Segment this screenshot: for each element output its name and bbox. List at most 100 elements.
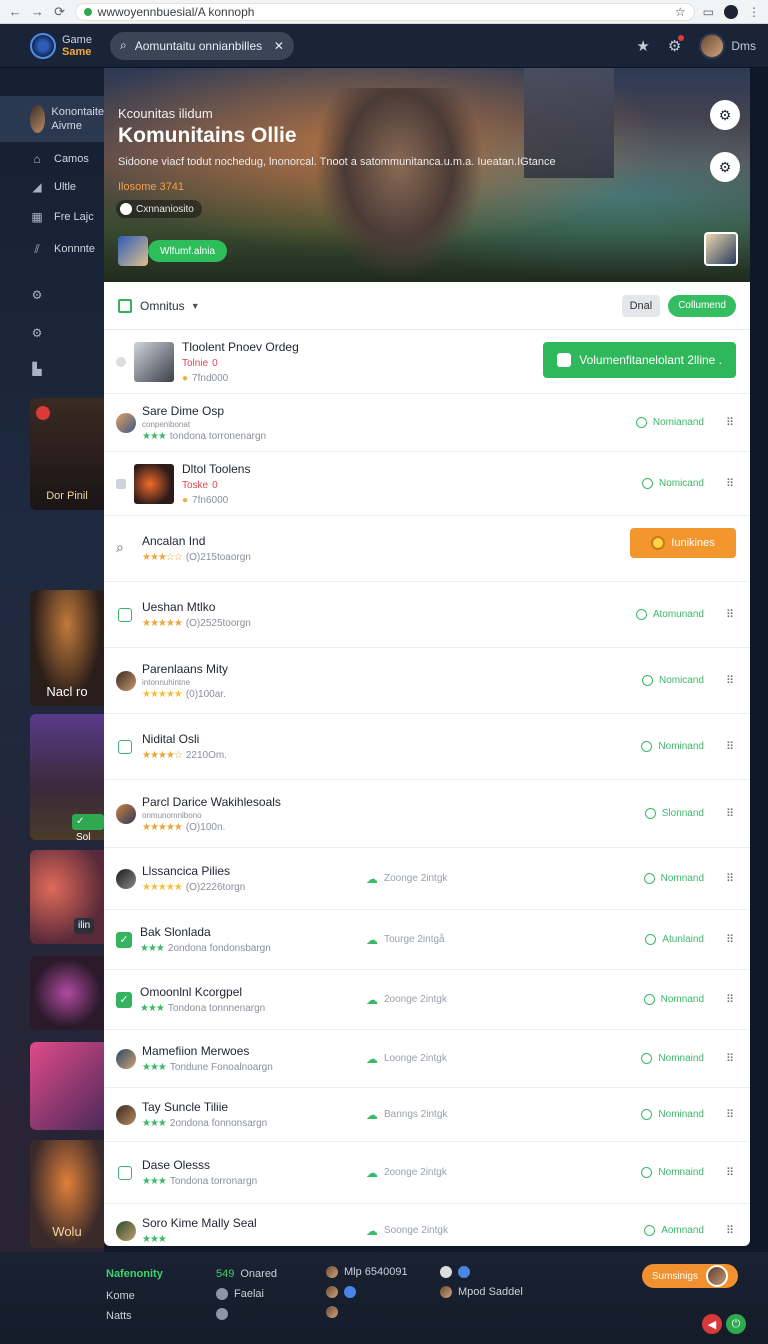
app-logo-icon[interactable] <box>30 32 56 59</box>
extension-icon[interactable]: ▭ <box>703 5 714 19</box>
list-item[interactable]: Tay Suncle Tiliie ★★★ 2ondona fonnonsargn… <box>104 1088 750 1142</box>
footer-item[interactable]: Mlp 6540091 <box>326 1266 408 1278</box>
footer-stat-label: Onared <box>240 1268 278 1280</box>
footer-item[interactable] <box>216 1308 228 1320</box>
drag-handle-icon[interactable]: ⠿ <box>726 872 734 885</box>
list-item[interactable]: Dltol Toolens Toske 0 ● 7fn6000 Nomicand… <box>104 452 750 516</box>
profile-icon[interactable] <box>724 4 738 19</box>
drag-handle-icon[interactable]: ⠿ <box>726 416 734 429</box>
user-menu[interactable]: Dms <box>699 32 756 59</box>
volunteer-banner[interactable]: Volumenfitanelolant 2lline . <box>543 342 736 378</box>
sidebar-item-camos[interactable]: ⌂ Camos <box>30 152 88 166</box>
sidebar-card[interactable]: Dor Pinil <box>30 398 104 510</box>
power-fab-icon[interactable]: ⏻ <box>726 1314 746 1334</box>
list-item[interactable]: ⌕ Ancalan Ind ★★★☆☆ (O)215toaorgn Iunikin… <box>104 516 750 582</box>
settings-button[interactable]: ⚙ <box>668 34 685 55</box>
back-icon[interactable]: ← <box>8 4 22 19</box>
item-location: ☁ Loonge 2intgk <box>366 1051 447 1066</box>
sidebar-card[interactable]: Nacl ro <box>30 590 104 706</box>
forward-icon[interactable]: → <box>30 4 44 19</box>
filter-label[interactable]: Omnitus <box>140 299 185 313</box>
footer-item[interactable]: Mpod Saddel <box>440 1286 523 1298</box>
item-tag: Toske <box>182 479 209 491</box>
list-item[interactable]: Tloolent Pnoev Ordeg Tolnie 0 ● 7fnd000 … <box>104 330 750 394</box>
iunikines-button[interactable]: Iunikines <box>630 528 736 558</box>
hero-settings-button-2[interactable]: ⚙ <box>710 152 740 182</box>
hero-join-button[interactable]: Wlfumf.alnia <box>148 240 228 262</box>
hero-settings-button[interactable]: ⚙ <box>710 100 740 130</box>
sidebar-card[interactable]: ilin <box>30 850 104 944</box>
rating-icon: ★★★ <box>142 1176 167 1187</box>
sidebar-card[interactable]: ✓ Sol <box>30 714 104 840</box>
item-subtitle: onmunomnlbono <box>142 810 202 820</box>
hero-chip[interactable]: Cxnnaniosito <box>116 200 202 218</box>
sidebar-card[interactable] <box>30 1042 104 1130</box>
checkbox-checked-icon[interactable]: ✓ <box>116 991 132 1008</box>
list-item[interactable]: Sare Dime Osp conpenibonat ★★★ tondona to… <box>104 394 750 452</box>
sidebar-item-ultle[interactable]: ◢ Ultle <box>30 180 76 194</box>
footer-link-3[interactable]: Natts <box>106 1310 132 1322</box>
chevron-down-icon[interactable]: ▼ <box>191 301 200 311</box>
sidebar-gear-2[interactable]: ⚙ <box>30 326 44 340</box>
filter-checkbox[interactable] <box>118 298 132 313</box>
search-input[interactable]: ⌕ Aomuntaitu onnianbilles ✕ <box>109 31 294 60</box>
star-icon[interactable]: ★ <box>636 37 649 55</box>
drag-handle-icon[interactable]: ⠿ <box>726 740 734 753</box>
back-fab-icon[interactable]: ◀ <box>702 1314 722 1334</box>
home-icon: ⌂ <box>33 152 41 166</box>
list-item[interactable]: Nidital Osli ★★★★☆ 2210Om. Nominand ⠿ <box>104 714 750 780</box>
hero-title: Komunitains Ollie <box>118 124 297 147</box>
checkbox-checked-icon[interactable]: ✓ <box>116 931 132 948</box>
footer-item[interactable] <box>326 1306 338 1318</box>
menu-icon[interactable]: ⋮ <box>748 5 760 19</box>
footer-item[interactable] <box>326 1286 356 1298</box>
sidebar-item-fre-lajc[interactable]: ▦ Fre Lajc <box>30 210 93 224</box>
drag-handle-icon[interactable]: ⠿ <box>726 674 734 687</box>
card-badge: ✓ Sol <box>72 814 104 840</box>
radio-icon[interactable] <box>116 356 126 367</box>
list-item[interactable]: Parcl Darice Wakihlesoals onmunomnlbono … <box>104 780 750 848</box>
item-meta: (O)100n. <box>185 821 226 833</box>
drag-handle-icon[interactable]: ⠿ <box>726 933 734 946</box>
list-item[interactable]: Soro Kime Mally Seal ★★★ ☁ Soonge 2intgk … <box>104 1204 750 1246</box>
footer-item[interactable]: Faelai <box>216 1288 264 1300</box>
drag-handle-icon[interactable]: ⠿ <box>726 807 734 820</box>
summary-button[interactable]: Sumsinigs <box>641 1264 738 1288</box>
list-item[interactable]: Parenlaans Mity intonnuhintne ★★★★★ (0)10… <box>104 648 750 714</box>
item-location: ☁ 2oonge 2intgk <box>366 992 447 1007</box>
footer-item[interactable] <box>440 1266 470 1278</box>
sidebar-card[interactable] <box>30 956 104 1030</box>
item-name: Parcl Darice Wakihlesoals <box>142 794 281 809</box>
drag-handle-icon[interactable]: ⠿ <box>726 1166 734 1179</box>
collumend-button[interactable]: Collumend <box>668 294 736 317</box>
list-item[interactable]: ✓ Bak Slonlada ★★★ 2ondona fondonsbargn ☁… <box>104 910 750 970</box>
drag-handle-icon[interactable]: ⠿ <box>726 1224 734 1237</box>
list-item[interactable]: Llssancica Pilies ★★★★★ (O)2226torgn ☁ Zoo… <box>104 848 750 910</box>
sidebar-gear-1[interactable]: ⚙ <box>30 288 44 302</box>
item-count: 0 <box>212 357 218 369</box>
clear-search-icon[interactable]: ✕ <box>274 39 284 53</box>
sidebar-puzzle[interactable]: ▙ <box>30 362 44 376</box>
drag-handle-icon[interactable]: ⠿ <box>726 1052 734 1065</box>
item-name: Dase Olesss <box>142 1158 211 1172</box>
sidebar-profile[interactable]: Konontaite Aivme <box>0 96 104 142</box>
drag-handle-icon[interactable]: ⠿ <box>726 608 734 621</box>
list-item[interactable]: Mamefiion Merwoes ★★★ Tondune Fonoalnoarg… <box>104 1030 750 1088</box>
rating-icon: ★★★☆☆ <box>142 552 183 563</box>
footer-link-1[interactable]: Nafenonity <box>106 1268 163 1280</box>
card-caption: Nacl ro <box>46 684 88 699</box>
footer-link-2[interactable]: Kome <box>106 1290 135 1302</box>
drag-handle-icon[interactable]: ⠿ <box>726 1108 734 1121</box>
list-item[interactable]: ✓ Omoonlnl Kcorgpel ★★★ Tondona tonnnenar… <box>104 970 750 1030</box>
sidebar-card[interactable]: Wolu <box>30 1140 104 1248</box>
sidebar-item-konnnte[interactable]: ⫽ Konnnte <box>30 242 95 256</box>
list-item[interactable]: Ueshan Mtlko ★★★★★ (O)2525toorgn Atomunan… <box>104 582 750 648</box>
dnal-button[interactable]: Dnal <box>621 294 661 317</box>
profile-name-2: Aivme <box>51 120 82 132</box>
drag-handle-icon[interactable]: ⠿ <box>726 477 734 490</box>
address-bar[interactable]: wwwoyennbuesial/A konnoph ☆ <box>74 2 695 21</box>
drag-handle-icon[interactable]: ⠿ <box>726 993 734 1006</box>
list-item[interactable]: Dase Olesss ★★★ Tondona torronargn ☁ 2oong… <box>104 1142 750 1204</box>
bookmark-icon[interactable]: ☆ <box>675 5 686 19</box>
reload-icon[interactable]: ⟳ <box>52 4 66 20</box>
